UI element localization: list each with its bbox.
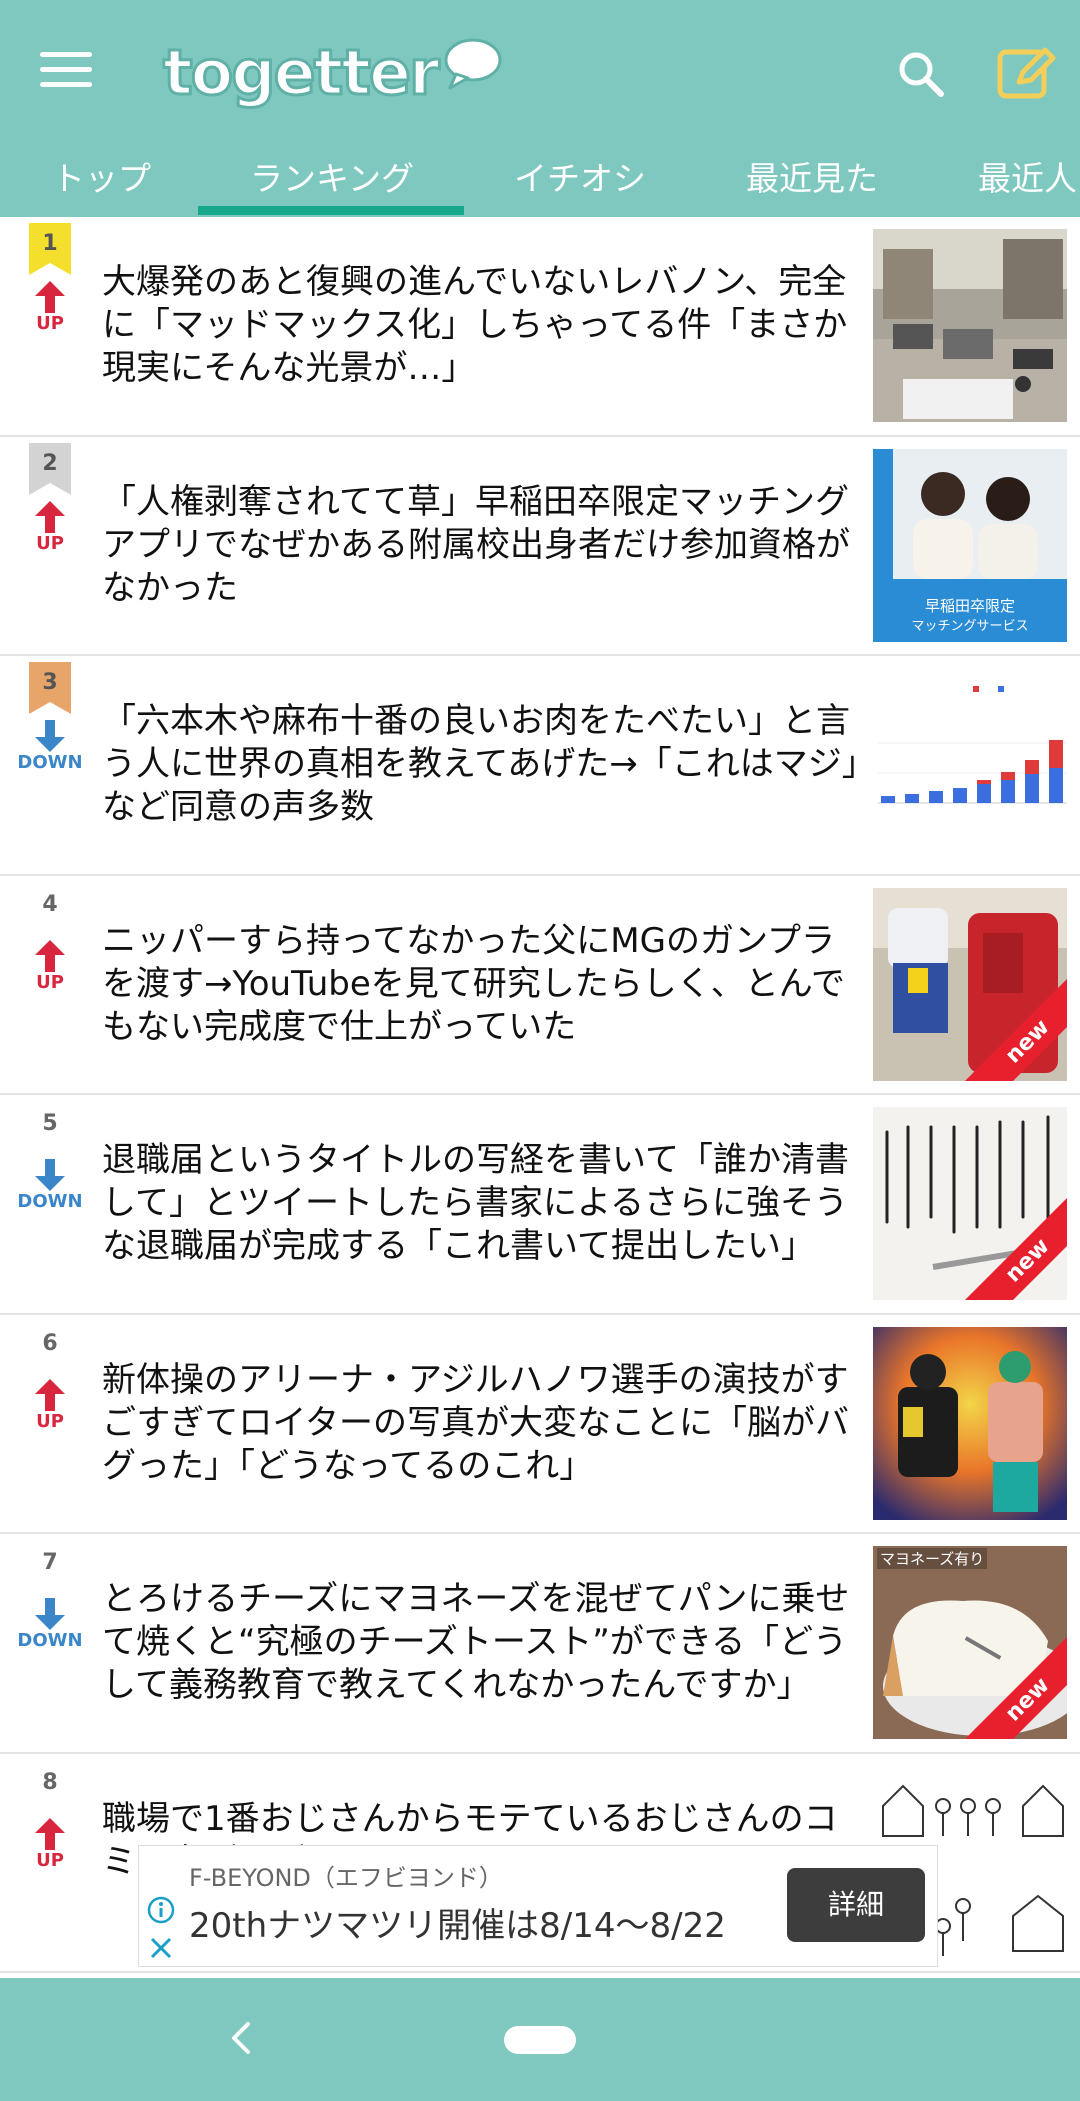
search-icon[interactable] — [895, 48, 947, 100]
trend-label: UP — [36, 1410, 64, 1432]
tab-recently-viewed[interactable]: 最近見た — [746, 152, 878, 200]
article-title[interactable]: とろけるチーズにマヨネーズを混ぜてパンに乗せて焼くと“究極のチーズトースト”がで… — [102, 1578, 862, 1707]
article-thumbnail[interactable] — [873, 1326, 1067, 1520]
trend-label: DOWN — [17, 1630, 83, 1651]
article-title[interactable]: 大爆発のあと復興の進んでいないレバノン、完全に「マッドマックス化」しちゃってる件… — [102, 261, 862, 390]
list-item[interactable]: 7 DOWN とろけるチーズにマヨネーズを混ぜてパンに乗せて焼くと“究極のチーズ… — [0, 1534, 1080, 1754]
down-arrow-icon — [35, 720, 65, 752]
article-title[interactable]: 「人権剥奪されてて草」早稲田卒限定マッチングアプリでなぜかある附属校出身者だけ参… — [102, 481, 862, 610]
rank-number: 1 — [42, 231, 58, 256]
back-icon[interactable] — [226, 2016, 256, 2060]
active-tab-indicator — [198, 206, 464, 215]
ad-banner[interactable]: F-BEYOND（エフビヨンド） 20thナツマツリ開催は8/14〜8/22 詳… — [138, 1845, 938, 1967]
ranking-list: 1 UP 大爆発のあと復興の進んでいないレバノン、完全に「マッドマックス化」しち… — [0, 217, 1080, 1973]
up-arrow-icon — [35, 1378, 65, 1411]
thumbnail-caption: マヨネーズ有り — [877, 1548, 988, 1569]
ad-details-button[interactable]: 詳細 — [787, 1868, 925, 1942]
article-thumbnail[interactable] — [873, 229, 1067, 422]
tab-ranking[interactable]: ランキング — [250, 152, 414, 200]
up-arrow-icon — [35, 1817, 65, 1850]
article-thumbnail[interactable] — [873, 668, 1067, 861]
compose-icon[interactable] — [995, 42, 1057, 104]
article-title[interactable]: 「六本木や麻布十番の良いお肉をたべたい」と言う人に世界の真相を教えてあげた→「こ… — [102, 700, 862, 829]
down-arrow-icon — [35, 1598, 65, 1630]
up-arrow-icon — [35, 281, 65, 313]
tab-top[interactable]: トップ — [52, 152, 151, 200]
list-item[interactable]: 6 UP 新体操のアリーナ・アジルハノワ選手の演技がすごすぎてロイターの写真が大… — [0, 1315, 1080, 1534]
app-header: togetter トップ ランキング イチオシ 最近見た 最近人 — [0, 0, 1080, 217]
article-title[interactable]: ニッパーすら持ってなかった父にMGのガンプラを渡す→YouTubeを見て研究した… — [102, 920, 862, 1049]
close-icon[interactable] — [147, 1934, 175, 1962]
ad-advertiser: F-BEYOND（エフビヨンド） — [189, 1864, 503, 1892]
thumbnail-caption: マッチングサービス — [911, 618, 1029, 634]
trend-label: UP — [36, 1849, 64, 1871]
article-thumbnail[interactable]: new — [873, 1107, 1067, 1300]
list-item[interactable]: 5 DOWN 退職届というタイトルの写経を書いて「誰か清書して」とツイートしたら… — [0, 1095, 1080, 1315]
up-arrow-icon — [35, 939, 65, 972]
logo-text: togetter — [162, 34, 442, 110]
rank-number: 7 — [42, 1550, 58, 1575]
togetter-logo[interactable]: togetter — [162, 32, 504, 112]
list-item[interactable]: 4 UP ニッパーすら持ってなかった父にMGのガンプラを渡す→YouTubeを見… — [0, 876, 1080, 1095]
rank-number: 4 — [42, 891, 58, 917]
down-arrow-icon — [35, 1159, 65, 1191]
trend-label: UP — [36, 313, 64, 334]
list-item[interactable]: 1 UP 大爆発のあと復興の進んでいないレバノン、完全に「マッドマックス化」しち… — [0, 217, 1080, 437]
rank-number: 5 — [42, 1111, 58, 1136]
menu-icon[interactable] — [40, 52, 92, 94]
ad-headline[interactable]: 20thナツマツリ開催は8/14〜8/22 — [189, 1898, 726, 1947]
info-icon[interactable] — [147, 1896, 175, 1924]
article-title[interactable]: 退職届というタイトルの写経を書いて「誰か清書して」とツイートしたら書家によるさら… — [102, 1139, 862, 1268]
article-thumbnail[interactable]: new — [873, 887, 1067, 1081]
trend-label: UP — [36, 532, 64, 554]
rank-number: 2 — [42, 450, 58, 476]
home-pill[interactable] — [504, 2026, 576, 2054]
trend-label: DOWN — [17, 752, 83, 773]
thumbnail-caption: 早稲田卒限定 — [924, 596, 1015, 615]
trend-label: DOWN — [17, 1191, 83, 1212]
article-title[interactable]: 新体操のアリーナ・アジルハノワ選手の演技がすごすぎてロイターの写真が大変なことに… — [102, 1359, 862, 1488]
tab-recently-popular[interactable]: 最近人 — [978, 152, 1077, 200]
list-item[interactable]: 2 UP 「人権剥奪されてて草」早稲田卒限定マッチングアプリでなぜかある附属校出… — [0, 437, 1080, 656]
tab-ichioshi[interactable]: イチオシ — [514, 152, 646, 200]
up-arrow-icon — [35, 500, 65, 533]
rank-number: 6 — [42, 1330, 58, 1356]
article-thumbnail[interactable]: 早稲田卒限定 マッチングサービス — [873, 448, 1067, 642]
trend-label: UP — [36, 971, 64, 993]
rank-number: 8 — [42, 1769, 58, 1795]
speech-bubble-icon — [444, 38, 502, 90]
list-item[interactable]: 3 DOWN 「六本木や麻布十番の良いお肉をたべたい」と言う人に世界の真相を教え… — [0, 656, 1080, 876]
rank-number: 3 — [42, 670, 58, 695]
tab-bar: トップ ランキング イチオシ 最近見た 最近人 — [0, 138, 1080, 217]
system-nav-bar — [0, 1978, 1080, 2101]
article-thumbnail[interactable]: マヨネーズ有り new — [873, 1546, 1067, 1739]
